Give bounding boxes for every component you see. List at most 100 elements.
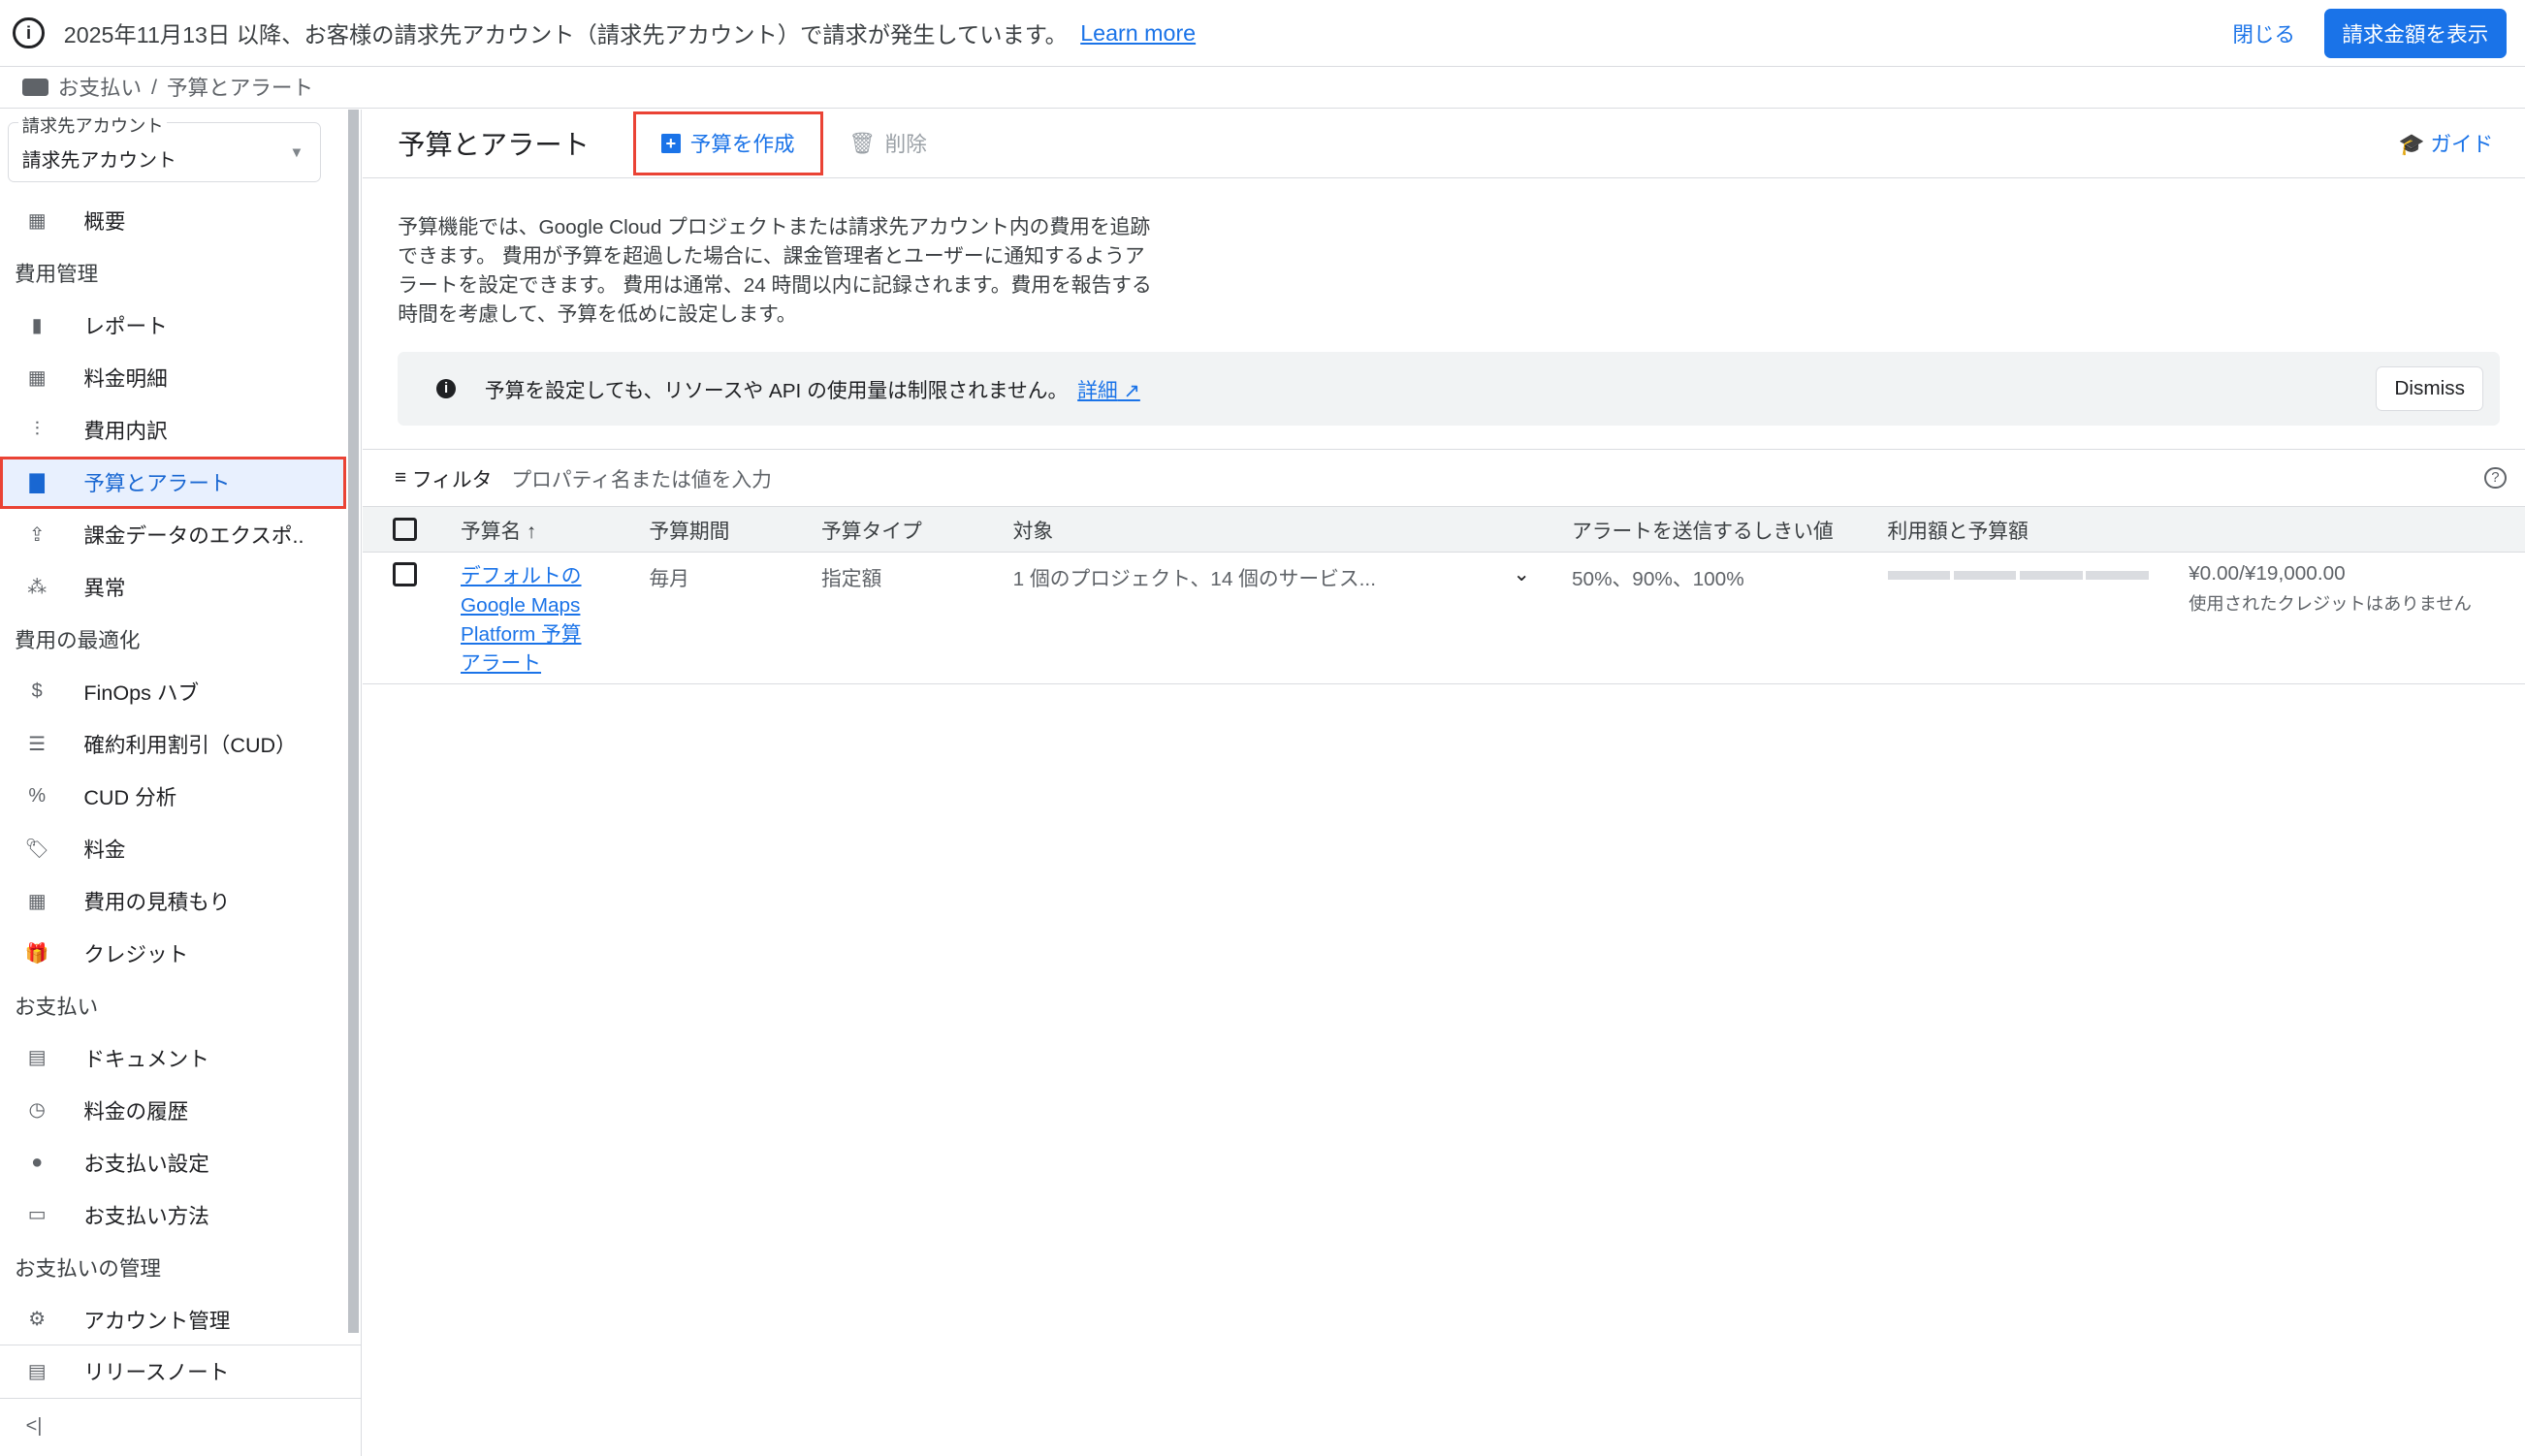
sidebar-item[interactable]: ▭ お支払い方法: [0, 1188, 346, 1241]
sidebar-item-label: 異常: [83, 576, 126, 601]
filter-input[interactable]: プロパティ名または値を入力: [511, 463, 772, 492]
sidebar-item[interactable]: ◷ 料金の履歴: [0, 1084, 346, 1136]
column-header-threshold: アラートを送信するしきい値: [1570, 505, 1886, 554]
sidebar-item-label: 概要: [83, 209, 126, 235]
sidebar-item-icon: ⇪: [28, 523, 46, 546]
row-checkbox[interactable]: [393, 562, 417, 586]
info-icon: i: [436, 379, 457, 399]
show-billing-button[interactable]: 請求金額を表示: [2323, 8, 2507, 58]
sidebar-item-label: クレジット: [83, 942, 189, 967]
sidebar-item-icon: ☰: [28, 733, 47, 755]
sidebar-item-icon: ●: [31, 1151, 44, 1173]
select-all-checkbox[interactable]: [393, 517, 417, 542]
sidebar-item[interactable]: ● お支払い設定: [0, 1136, 346, 1188]
sidebar-item-icon: ▦: [27, 890, 47, 912]
close-banner-button[interactable]: 閉じる: [2232, 18, 2295, 48]
column-header-type: 予算タイプ: [819, 505, 1012, 554]
sidebar-item[interactable]: 🎁 クレジット: [0, 928, 346, 980]
sidebar-item-label: CUD 分析: [83, 785, 177, 810]
delete-button[interactable]: 🗑 削除: [848, 128, 927, 158]
sidebar-item[interactable]: ▦ 料金明細: [0, 352, 346, 404]
spend-progress-bar: [1887, 570, 2149, 581]
page-title: 予算とアラート: [398, 129, 590, 161]
create-budget-button[interactable]: + 予算を作成: [632, 111, 823, 176]
guide-label: ガイド: [2430, 132, 2494, 157]
sidebar-item[interactable]: ⇪ 課金データのエクスポ..: [0, 509, 346, 561]
sidebar-item[interactable]: ⚙ アカウント管理: [0, 1293, 346, 1345]
billing-icon: [22, 78, 48, 96]
sidebar-item-label: 料金: [83, 838, 126, 863]
budget-name-link[interactable]: デフォルトの Google Maps Platform 予算アラート: [461, 562, 590, 679]
budget-period: 毎月: [647, 552, 820, 684]
guide-button[interactable]: 🎓 ガイド: [2399, 128, 2494, 158]
breadcrumb-separator: /: [151, 74, 158, 99]
filter-bar[interactable]: ≡ フィルタ プロパティ名または値を入力 ?: [362, 448, 2525, 506]
sidebar-item[interactable]: ▦ 費用の見積もり: [0, 875, 346, 928]
note-text: 予算を設定しても、リソースや API の使用量は制限されません。: [484, 380, 1069, 403]
create-budget-label: 予算を作成: [689, 132, 795, 157]
sidebar-item[interactable]: ▮ レポート: [0, 300, 346, 352]
sidebar-item-icon: ▤: [27, 1047, 47, 1069]
sidebar-item-label: 費用内訳: [83, 419, 168, 444]
sidebar-item-icon: ⁂: [27, 576, 48, 598]
column-header-amount: 利用額と予算額: [1885, 505, 2525, 554]
sidebar-item-label: リリースノート: [83, 1360, 230, 1385]
sidebar-item[interactable]: 🏷 料金: [0, 823, 346, 875]
sort-ascending-icon: ↑: [527, 521, 537, 544]
toolbar: 予算とアラート + 予算を作成 🗑 削除 🎓 ガイド: [362, 110, 2525, 178]
sidebar-footer: ▤ リリースノート <|: [0, 1344, 362, 1453]
sidebar-item-label: 費用の見積もり: [83, 890, 231, 915]
filter-label: フィルタ: [411, 468, 493, 491]
sidebar-item-icon: ▮: [31, 314, 43, 336]
sidebar-item[interactable]: ▦ 概要: [0, 195, 346, 247]
expand-chevron-icon[interactable]: ⌄: [1513, 562, 1529, 586]
sidebar-item-release-notes[interactable]: ▤ リリースノート: [0, 1345, 361, 1398]
trash-icon: 🗑: [848, 130, 876, 155]
sidebar-item[interactable]: ▤ ドキュメント: [0, 1031, 346, 1084]
learn-more-link[interactable]: Learn more: [1080, 20, 1196, 47]
sidebar-nav: ▦ 概要 費用管理 ▮ レポート ▦ 料金明細 ⫶ 費用内訳 ▇ 予算とアラート ⇪ 課金データのエクス…: [0, 195, 347, 1345]
sidebar-item[interactable]: % CUD 分析: [0, 771, 346, 823]
sidebar-item-icon: 🎁: [24, 942, 49, 965]
budgets-table: 予算名 ↑ 予算期間 予算タイプ 対象 アラートを送信するしきい値 利用額と予算…: [362, 505, 2525, 684]
sidebar-item[interactable]: ▇ 予算とアラート: [0, 456, 347, 509]
sidebar-item[interactable]: $ FinOps ハブ: [0, 666, 346, 718]
sidebar-item-icon: ▦: [27, 209, 47, 232]
billing-account-select[interactable]: 請求先アカウント 請求先アカウント ▼: [8, 111, 321, 182]
notification-banner: i 2025年11月13日 以降、お客様の請求先アカウント（請求先アカウント）で…: [0, 0, 2525, 68]
details-link[interactable]: 詳細 ↗: [1077, 374, 1140, 403]
sidebar-item-icon: %: [28, 785, 47, 807]
sidebar-item-label: お支払い設定: [83, 1151, 209, 1176]
breadcrumb-current: 予算とアラート: [166, 76, 314, 101]
column-header-period: 予算期間: [647, 505, 820, 554]
budget-thresholds: 50%、90%、100%: [1570, 552, 1886, 684]
sidebar-item-label: アカウント管理: [83, 1308, 231, 1333]
filter-icon: ≡: [394, 465, 407, 489]
sidebar-item[interactable]: ☰ 確約利用割引（CUD）: [0, 718, 346, 771]
sidebar: 請求先アカウント 請求先アカウント ▼ ▦ 概要 費用管理 ▮ レポート ▦ 料金明細 ⫶ 費用…: [0, 109, 363, 1456]
sidebar-scrollbar[interactable]: [347, 109, 360, 1334]
delete-label: 削除: [884, 132, 927, 157]
sidebar-item-label: ドキュメント: [83, 1046, 209, 1071]
sidebar-item-icon: ▦: [27, 366, 47, 389]
dismiss-button[interactable]: Dismiss: [2376, 366, 2484, 412]
credits-note: 使用されたクレジットはありません: [2189, 593, 2472, 615]
help-icon[interactable]: ?: [2484, 466, 2507, 489]
sidebar-item-icon: ⚙: [28, 1309, 47, 1331]
breadcrumb: お支払い / 予算とアラート: [0, 67, 2525, 109]
collapse-sidebar-button[interactable]: <|: [0, 1397, 362, 1453]
column-header-name[interactable]: 予算名 ↑: [459, 505, 648, 554]
sidebar-item[interactable]: ⁂ 異常: [0, 561, 346, 614]
graduation-cap-icon: 🎓: [2398, 132, 2425, 157]
table-row: デフォルトの Google Maps Platform 予算アラート 毎月 指定…: [362, 552, 2525, 684]
sidebar-item-label: レポート: [83, 314, 168, 339]
sidebar-item[interactable]: ⫶ 費用内訳: [0, 404, 346, 457]
sidebar-section-title: お支払い: [14, 994, 99, 1019]
breadcrumb-parent[interactable]: お支払い: [58, 72, 142, 102]
sidebar-item-label: 料金の履歴: [83, 1098, 189, 1124]
sidebar-section-title: 費用の最適化: [14, 628, 141, 653]
release-notes-icon: ▤: [27, 1360, 47, 1382]
banner-message: 2025年11月13日 以降、お客様の請求先アカウント（請求先アカウント）で請求…: [63, 22, 1068, 48]
sidebar-section-title: お支払いの管理: [14, 1255, 161, 1281]
dropdown-arrow-icon: ▼: [289, 143, 304, 161]
